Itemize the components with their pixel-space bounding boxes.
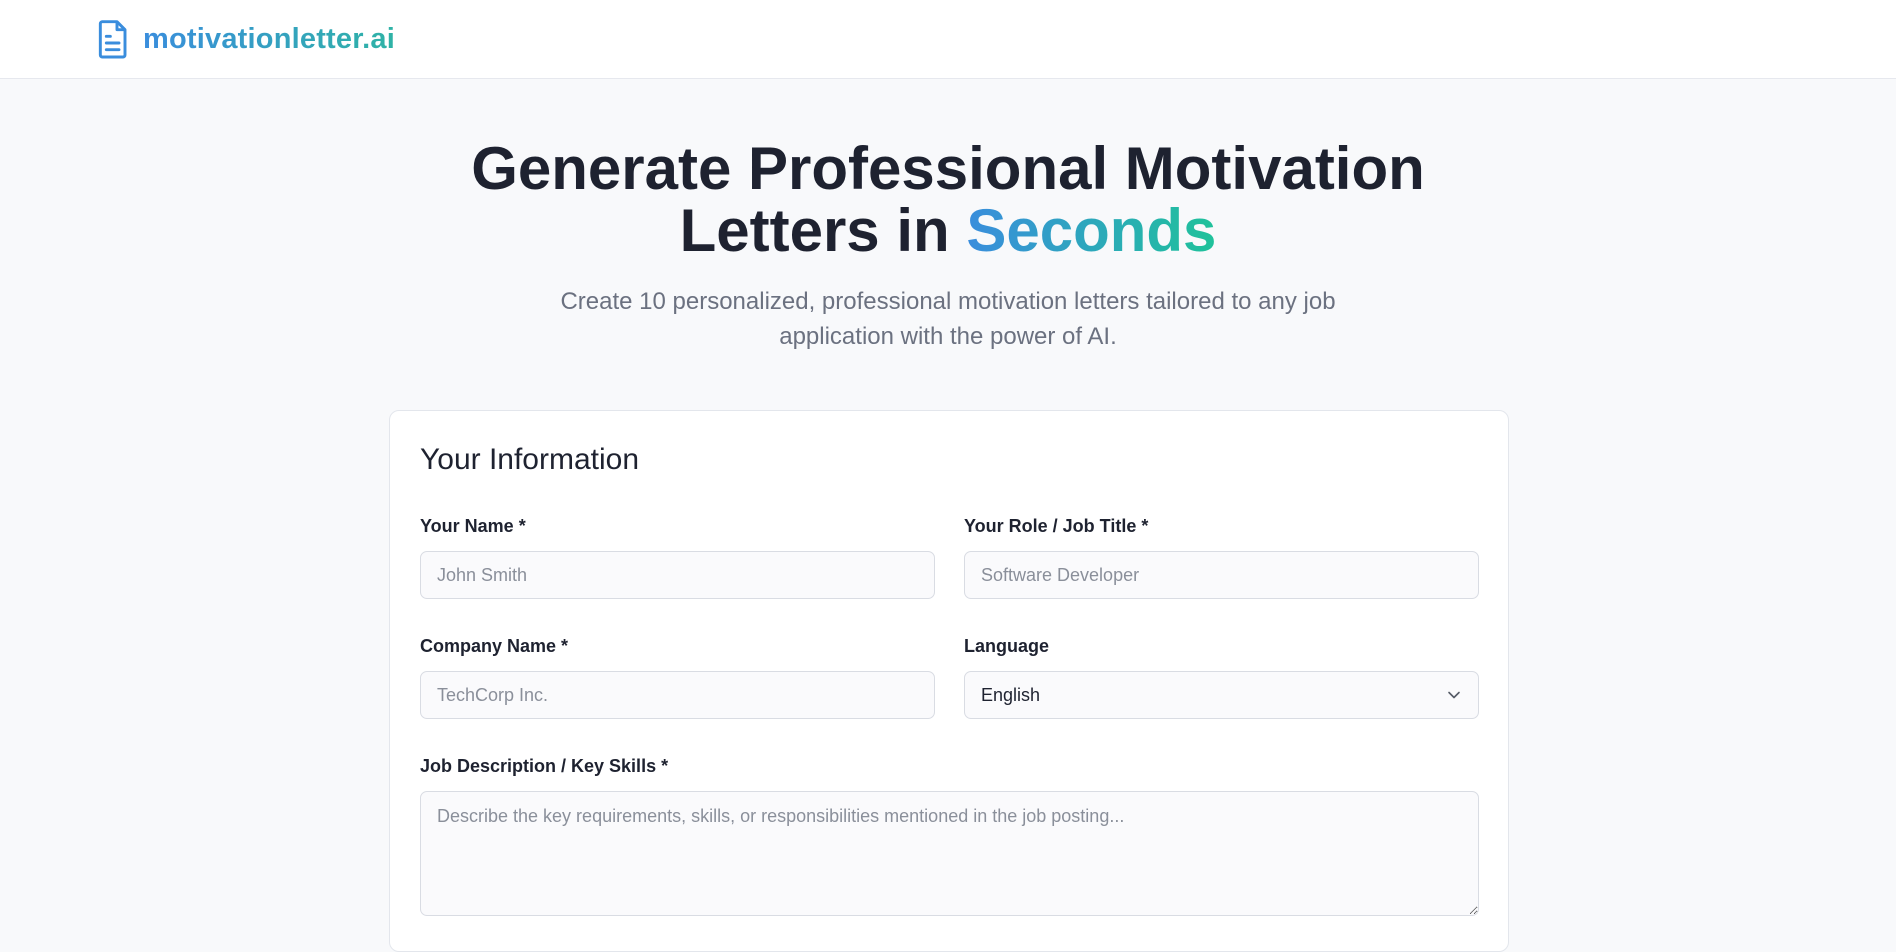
language-label: Language (964, 636, 1050, 656)
name-input[interactable] (420, 551, 935, 599)
top-navbar: motivationletter.ai (0, 0, 1896, 79)
language-select[interactable]: English (964, 671, 1479, 719)
hero-title-accent: Seconds (966, 197, 1217, 264)
hero-section: Generate Professional Motivation Letters… (0, 138, 1896, 354)
hero-title-line1: Generate Professional Motivation (471, 135, 1425, 202)
form-title: Your Information (420, 443, 640, 476)
document-icon (98, 20, 127, 59)
hero-title-line2: Letters in (679, 197, 967, 264)
description-textarea[interactable] (420, 791, 1479, 916)
company-input[interactable] (420, 671, 935, 719)
information-form-card: Your Information Your Name * Your Role /… (389, 410, 1509, 952)
brand-logo-link[interactable]: motivationletter.ai (97, 18, 395, 60)
description-label: Job Description / Key Skills * (420, 756, 669, 776)
brand-name: motivationletter.ai (143, 22, 395, 55)
name-label: Your Name * (420, 516, 526, 536)
hero-subtitle: Create 10 personalized, professional mot… (560, 288, 1336, 350)
chevron-down-icon (1448, 691, 1460, 699)
role-input[interactable] (964, 551, 1479, 599)
language-value: English (981, 684, 1041, 705)
role-label: Your Role / Job Title * (964, 516, 1149, 536)
company-label: Company Name * (420, 636, 569, 656)
hero-title: Generate Professional Motivation Letters… (0, 138, 1896, 262)
